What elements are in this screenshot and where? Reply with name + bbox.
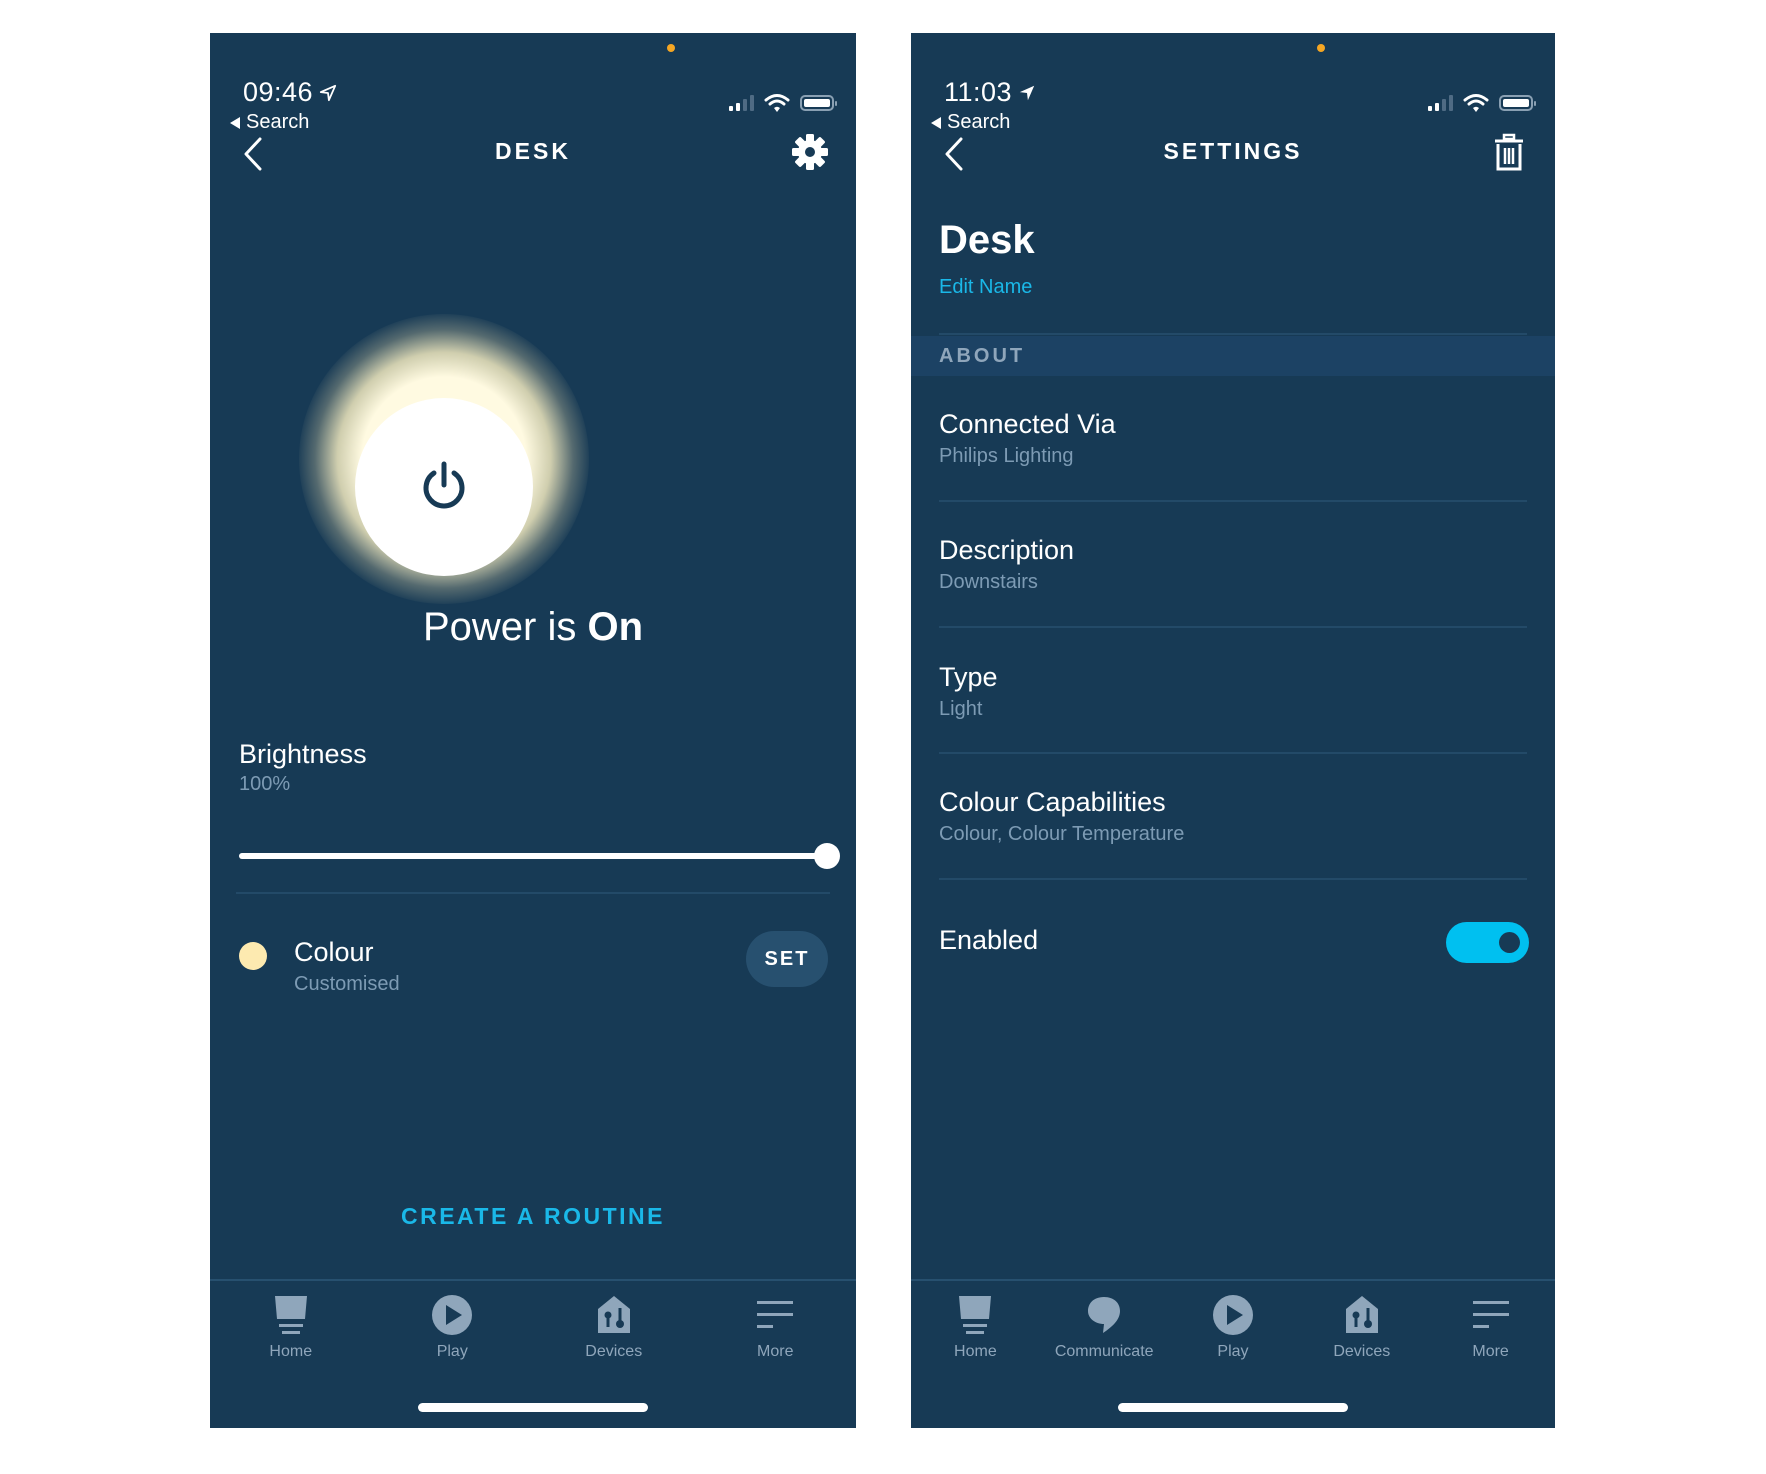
- enabled-toggle[interactable]: [1446, 922, 1529, 963]
- location-arrow-icon: [319, 84, 337, 101]
- battery-icon: [800, 95, 837, 111]
- tab-more[interactable]: More: [1426, 1281, 1555, 1381]
- status-time: 09:46: [243, 77, 337, 108]
- brightness-slider[interactable]: [239, 843, 840, 869]
- tab-play[interactable]: Play: [372, 1281, 534, 1381]
- description-value: Downstairs: [939, 571, 1038, 593]
- section-header: ABOUT: [911, 336, 1555, 376]
- set-colour-button[interactable]: SET: [746, 931, 828, 987]
- nav-bar: SETTINGS: [911, 128, 1555, 178]
- back-triangle-icon: [931, 116, 941, 129]
- tab-home[interactable]: Home: [210, 1281, 372, 1381]
- tab-label: Play: [436, 1343, 468, 1360]
- tab-label: Devices: [1333, 1343, 1391, 1360]
- colour-value: Customised: [294, 973, 400, 995]
- tab-communicate[interactable]: Communicate: [1040, 1281, 1169, 1381]
- home-icon: [959, 1296, 992, 1334]
- location-arrow-icon: [1019, 85, 1035, 100]
- nav-bar: DESK: [210, 128, 856, 178]
- battery-icon: [1499, 95, 1536, 111]
- divider: [939, 878, 1527, 880]
- tab-devices[interactable]: Devices: [1297, 1281, 1426, 1381]
- chat-icon: [1088, 1297, 1121, 1333]
- device-settings-screen: 11:03 Search SETTINGS Desk Edit Name ABO…: [911, 33, 1555, 1428]
- tab-bar: Home Play Devices More: [210, 1279, 856, 1381]
- back-triangle-icon: [230, 116, 240, 129]
- status-time-text: 11:03: [944, 77, 1013, 107]
- power-button[interactable]: [355, 398, 533, 576]
- gear-icon[interactable]: [790, 132, 830, 172]
- colour-label: Colour: [294, 937, 374, 967]
- recording-indicator: [667, 44, 675, 52]
- brightness-value: 100%: [239, 773, 291, 795]
- brightness-label: Brightness: [239, 739, 367, 769]
- status-icons: [1428, 93, 1536, 113]
- home-indicator[interactable]: [418, 1403, 648, 1412]
- menu-icon: [1472, 1301, 1509, 1328]
- page-title: DESK: [495, 138, 571, 164]
- status-time-text: 09:46: [243, 77, 314, 107]
- power-status-prefix: Power is: [422, 605, 588, 649]
- connected-via-label: Connected Via: [939, 409, 1116, 439]
- slider-thumb[interactable]: [814, 843, 840, 869]
- play-icon: [1212, 1295, 1253, 1335]
- tab-devices[interactable]: Devices: [533, 1281, 695, 1381]
- colour-capabilities-value: Colour, Colour Temperature: [939, 823, 1185, 845]
- colour-swatch: [239, 942, 267, 970]
- tab-label: Devices: [585, 1343, 643, 1360]
- home-indicator[interactable]: [1118, 1403, 1348, 1412]
- status-icons: [729, 93, 837, 113]
- power-state: On: [587, 605, 644, 649]
- trash-icon[interactable]: [1489, 132, 1529, 172]
- section-title: ABOUT: [939, 345, 1026, 367]
- divider: [939, 752, 1527, 754]
- devices-icon: [597, 1296, 630, 1333]
- signal-icon: [729, 95, 754, 111]
- devices-icon: [1345, 1296, 1378, 1333]
- wifi-icon: [1463, 94, 1489, 112]
- toggle-knob: [1499, 932, 1520, 953]
- tab-play[interactable]: Play: [1169, 1281, 1298, 1381]
- wifi-icon: [764, 94, 790, 112]
- divider: [236, 892, 830, 894]
- type-value: Light: [939, 698, 983, 720]
- recording-indicator: [1317, 44, 1325, 52]
- tab-home[interactable]: Home: [911, 1281, 1040, 1381]
- connected-via-value: Philips Lighting: [939, 445, 1074, 467]
- tab-label: More: [757, 1343, 794, 1360]
- device-control-screen: 09:46 Search DESK Power is On Brightness…: [210, 33, 856, 1428]
- page-title: SETTINGS: [1163, 138, 1303, 164]
- slider-fill: [239, 853, 827, 859]
- tab-label: Home: [954, 1343, 997, 1360]
- menu-icon: [757, 1301, 794, 1328]
- enabled-label: Enabled: [939, 925, 1039, 955]
- divider: [939, 333, 1527, 335]
- power-icon: [423, 461, 465, 509]
- signal-icon: [1428, 95, 1453, 111]
- tab-more[interactable]: More: [695, 1281, 857, 1381]
- tab-label: Play: [1217, 1343, 1249, 1360]
- tab-bar: Home Communicate Play Devices More: [911, 1279, 1555, 1381]
- home-icon: [274, 1296, 307, 1334]
- divider: [939, 500, 1527, 502]
- tab-label: More: [1472, 1343, 1509, 1360]
- description-label: Description: [939, 535, 1075, 565]
- play-icon: [432, 1295, 473, 1335]
- colour-capabilities-label: Colour Capabilities: [939, 787, 1166, 817]
- device-name: Desk: [939, 218, 1035, 262]
- divider: [939, 626, 1527, 628]
- status-time: 11:03: [944, 77, 1036, 108]
- power-status: Power is On: [210, 605, 856, 650]
- tab-label: Communicate: [1054, 1343, 1154, 1360]
- tab-label: Home: [269, 1343, 313, 1360]
- edit-name-link[interactable]: Edit Name: [939, 276, 1032, 299]
- type-label: Type: [939, 662, 998, 692]
- create-routine-link[interactable]: CREATE A ROUTINE: [210, 1203, 856, 1230]
